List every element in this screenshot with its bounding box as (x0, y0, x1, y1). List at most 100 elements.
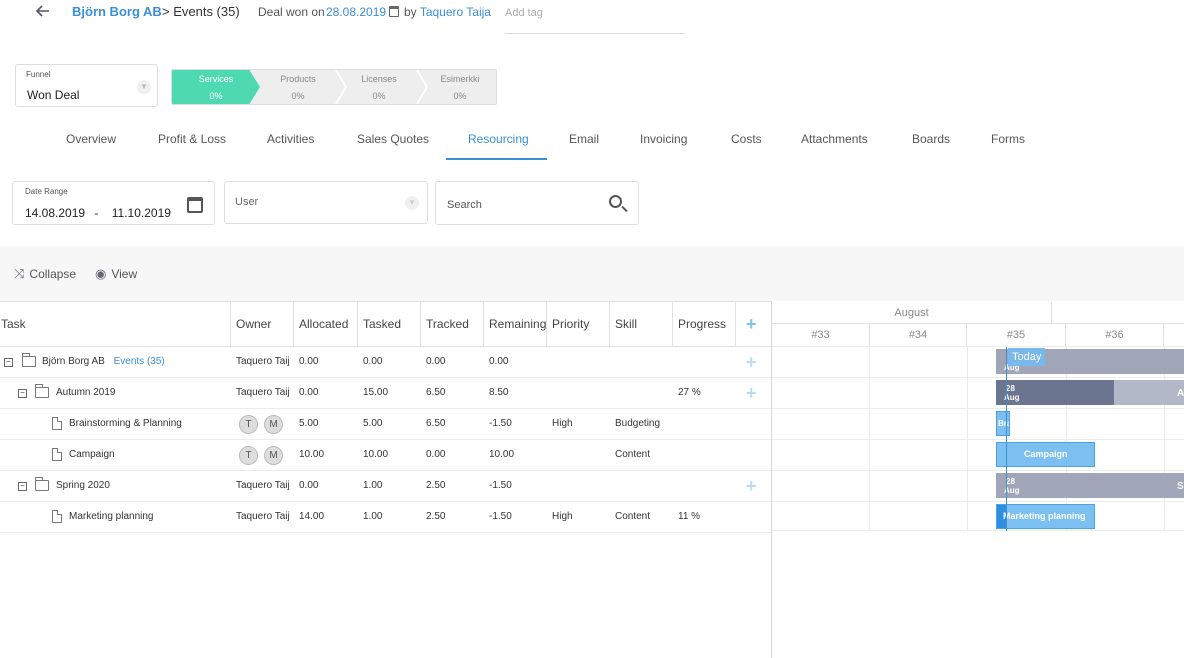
breadcrumb-events: > Events (35) (162, 4, 240, 19)
table-row[interactable]: Campaign T M 10.00 10.00 0.00 10.00 Cont… (0, 440, 772, 471)
tab-boards[interactable]: Boards (912, 132, 950, 146)
col-tracked[interactable]: Tracked (421, 302, 484, 347)
tab-resourcing[interactable]: Resourcing (468, 132, 529, 146)
tab-costs[interactable]: Costs (731, 132, 762, 146)
tasked-cell: 15.00 (363, 387, 389, 398)
avatar[interactable]: T (239, 446, 258, 465)
deal-won-date[interactable]: 28.08.2019 (326, 5, 386, 19)
skill-cell: Budgeting (615, 418, 661, 429)
tasked-cell: 5.00 (363, 418, 383, 429)
col-priority[interactable]: Priority (547, 302, 610, 347)
date-range-label: Date Range (25, 187, 68, 196)
progress-cell: 11 % (678, 511, 701, 522)
priority-cell: High (552, 418, 573, 429)
gantt-bar-task[interactable]: Marketing planning (996, 504, 1095, 529)
table-row[interactable]: − Björn Borg AB Events (35) Taquero Taij… (0, 347, 772, 378)
collapse-button[interactable]: ⤨ Collapse (14, 266, 76, 282)
allocated-cell: 0.00 (299, 480, 319, 491)
view-button[interactable]: ◉ View (95, 266, 137, 282)
funnel-value: Won Deal (27, 88, 80, 102)
search-input[interactable]: Search (435, 181, 639, 225)
collapse-toggle-icon[interactable]: − (18, 389, 27, 398)
folder-icon (35, 384, 49, 398)
company-link[interactable]: Björn Borg AB (72, 4, 162, 19)
col-allocated[interactable]: Allocated (294, 302, 358, 347)
tab-sales-quotes[interactable]: Sales Quotes (357, 132, 429, 146)
table-row[interactable]: Brainstorming & Planning T M 5.00 5.00 6… (0, 409, 772, 440)
chevron-down-icon: ▼ (405, 196, 419, 210)
stage-services[interactable]: Services 0% (172, 70, 260, 104)
avatar[interactable]: M (264, 446, 283, 465)
progress-cell: 27 % (678, 387, 701, 398)
bar-label: Bra (998, 419, 1009, 428)
stage-pct: 0% (209, 91, 223, 101)
remaining-cell: -1.50 (489, 418, 512, 429)
col-task[interactable]: Task (0, 302, 231, 347)
collapse-toggle-icon[interactable]: − (18, 482, 27, 491)
add-row-icon[interactable]: + (746, 352, 757, 373)
gantt-week: #33 (772, 324, 870, 346)
search-icon[interactable] (609, 195, 622, 208)
avatar[interactable]: T (239, 415, 258, 434)
gantt-bar-task[interactable]: Bra (996, 411, 1010, 436)
gantt-bar-summary[interactable]: 28 Aug A (996, 380, 1184, 405)
add-row-icon[interactable]: + (746, 476, 757, 497)
stage-licenses[interactable]: Licenses 0% (334, 70, 428, 104)
add-column-icon[interactable]: + (736, 302, 772, 347)
today-marker (1006, 347, 1007, 531)
stage-pct: 0% (372, 91, 386, 101)
tab-forms[interactable]: Forms (991, 132, 1025, 146)
add-tag-input[interactable]: Add tag (505, 7, 685, 34)
tab-profit-loss[interactable]: Profit & Loss (158, 132, 226, 146)
allocated-cell: 14.00 (299, 511, 325, 522)
add-row-icon[interactable]: + (746, 383, 757, 404)
gantt-row-line (772, 530, 1184, 531)
folder-icon (22, 353, 36, 367)
owner-cell: Taquero Taij (236, 480, 290, 491)
grid-header: Task Owner Allocated Tasked Tracked Rema… (0, 301, 772, 347)
date-to: 11.10.2019 (111, 206, 171, 220)
back-arrow-icon[interactable] (34, 2, 54, 22)
collapse-toggle-icon[interactable]: − (4, 358, 13, 367)
owner-link[interactable]: Taquero Taija (420, 5, 491, 19)
tasked-cell: 0.00 (363, 356, 383, 367)
tracked-cell: 6.50 (426, 418, 446, 429)
tasked-cell: 10.00 (363, 449, 389, 460)
stage-name: Services (198, 74, 234, 84)
user-select[interactable]: User ▼ (224, 181, 428, 224)
table-row[interactable]: Marketing planning Taquero Taij 14.00 1.… (0, 502, 772, 533)
col-tasked[interactable]: Tasked (358, 302, 421, 347)
tab-activities[interactable]: Activities (267, 132, 314, 146)
calendar-icon[interactable] (187, 197, 203, 213)
col-remaining[interactable]: Remaining (484, 302, 547, 347)
deal-owner: by Taquero Taija (404, 5, 491, 19)
bar-label: Marketing planning (1003, 511, 1086, 521)
col-owner[interactable]: Owner (231, 302, 294, 347)
table-row[interactable]: − Autumn 2019 Taquero Taij 0.00 15.00 6.… (0, 378, 772, 409)
gantt-bar-summary[interactable]: 28 Aug S (996, 473, 1184, 498)
tab-attachments[interactable]: Attachments (801, 132, 868, 146)
col-progress[interactable]: Progress (673, 302, 736, 347)
tab-overview[interactable]: Overview (66, 132, 116, 146)
avatar[interactable]: M (264, 415, 283, 434)
bar-end: A (1177, 388, 1184, 399)
tab-email[interactable]: Email (569, 132, 599, 146)
stage-esimerkki[interactable]: Esimerkki 0% (415, 70, 496, 104)
date-range-picker[interactable]: Date Range 14.08.2019 - 11.10.2019 (12, 181, 215, 225)
stage-name: Products (280, 74, 316, 84)
stage-pct: 0% (453, 91, 467, 101)
col-skill[interactable]: Skill (610, 302, 673, 347)
gantt-row-line (772, 470, 1184, 471)
gantt-bar-task[interactable]: Campaign (996, 442, 1095, 467)
deal-won-label: Deal won on (258, 5, 325, 19)
tracked-cell: 6.50 (426, 387, 446, 398)
events-link[interactable]: Events (35) (114, 356, 165, 367)
tab-invoicing[interactable]: Invoicing (640, 132, 687, 146)
funnel-select[interactable]: Funnel Won Deal ▼ (15, 64, 158, 107)
task-name: Autumn 2019 (56, 387, 116, 398)
funnel-stages: Services 0% Products 0% Licenses 0% Esim… (171, 69, 497, 105)
stage-products[interactable]: Products 0% (253, 70, 347, 104)
remaining-cell: 10.00 (489, 449, 515, 460)
chevron-down-icon: ▼ (137, 80, 151, 94)
table-row[interactable]: − Spring 2020 Taquero Taij 0.00 1.00 2.5… (0, 471, 772, 502)
